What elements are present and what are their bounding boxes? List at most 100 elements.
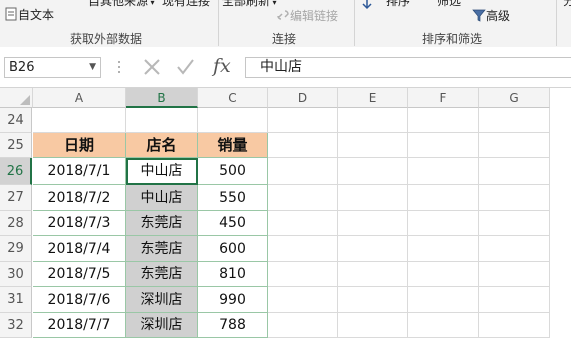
- cell[interactable]: [408, 185, 479, 211]
- column-header-d[interactable]: D: [268, 88, 338, 108]
- name-box[interactable]: B26 ▼: [4, 57, 101, 78]
- table-cell[interactable]: 2018/7/7: [33, 313, 126, 338]
- table-cell[interactable]: 中山店: [126, 185, 198, 211]
- table-cell[interactable]: 550: [198, 185, 268, 211]
- ribbon-separator: [556, 0, 557, 46]
- other-sources-button[interactable]: 自其他来源 ▾: [88, 0, 155, 9]
- cell[interactable]: [408, 236, 479, 262]
- column-header-f[interactable]: F: [408, 88, 479, 108]
- insert-function-icon[interactable]: fx: [213, 55, 231, 77]
- table-cell[interactable]: 810: [198, 262, 268, 287]
- column-header-e[interactable]: E: [338, 88, 408, 108]
- chevron-down-icon: ▾: [148, 0, 155, 7]
- cell[interactable]: [198, 108, 268, 133]
- cell[interactable]: [338, 211, 408, 236]
- ribbon-separator: [354, 0, 355, 46]
- cell[interactable]: [479, 158, 550, 185]
- cell[interactable]: [268, 133, 338, 158]
- table-header-cell[interactable]: 销量: [198, 133, 268, 158]
- cell[interactable]: [408, 313, 479, 338]
- cell[interactable]: [338, 287, 408, 313]
- name-box-value: B26: [9, 60, 35, 75]
- row-header-28[interactable]: 28: [0, 211, 32, 236]
- table-cell[interactable]: 2018/7/5: [33, 262, 126, 287]
- cell[interactable]: [479, 133, 550, 158]
- cell[interactable]: [268, 158, 338, 185]
- table-cell[interactable]: 450: [198, 211, 268, 236]
- table-cell[interactable]: 东莞店: [126, 236, 198, 262]
- row-header-24[interactable]: 24: [0, 108, 32, 133]
- cell[interactable]: [408, 133, 479, 158]
- table-cell[interactable]: 深圳店: [126, 313, 198, 338]
- cell[interactable]: [338, 108, 408, 133]
- cell[interactable]: [126, 108, 198, 133]
- chevron-down-icon[interactable]: ▼: [89, 58, 96, 77]
- table-header-cell[interactable]: 店名: [126, 133, 198, 158]
- table-cell[interactable]: 东莞店: [126, 262, 198, 287]
- column-header-g[interactable]: G: [479, 88, 550, 108]
- cell[interactable]: [479, 313, 550, 338]
- row-header-27[interactable]: 27: [0, 185, 32, 211]
- cell[interactable]: [479, 108, 550, 133]
- table-cell[interactable]: 2018/7/6: [33, 287, 126, 313]
- table-cell[interactable]: 990: [198, 287, 268, 313]
- cell[interactable]: [268, 287, 338, 313]
- cell[interactable]: [479, 287, 550, 313]
- cell[interactable]: [479, 185, 550, 211]
- table-cell[interactable]: 2018/7/1: [33, 158, 126, 185]
- cell[interactable]: [338, 133, 408, 158]
- advanced-filter-button[interactable]: 高级: [472, 7, 510, 25]
- table-cell[interactable]: 东莞店: [126, 211, 198, 236]
- from-text-button[interactable]: 自文本: [4, 6, 54, 24]
- cell[interactable]: [33, 108, 126, 133]
- cell[interactable]: [338, 236, 408, 262]
- chevron-down-icon: ▾: [270, 0, 277, 7]
- filter-button[interactable]: 筛选: [437, 0, 461, 9]
- cell[interactable]: [268, 236, 338, 262]
- table-cell[interactable]: 2018/7/2: [33, 185, 126, 211]
- cell[interactable]: [268, 313, 338, 338]
- table-cell[interactable]: 500: [198, 158, 268, 185]
- cell[interactable]: [268, 108, 338, 133]
- cell[interactable]: [408, 108, 479, 133]
- other-sources-label: 自其他来源: [88, 0, 149, 8]
- cell[interactable]: [479, 236, 550, 262]
- row-header-30[interactable]: 30: [0, 262, 32, 287]
- cell[interactable]: [408, 158, 479, 185]
- formula-input[interactable]: 中山店: [245, 57, 571, 78]
- existing-connections-button[interactable]: 现有连接: [162, 0, 210, 9]
- table-cell[interactable]: 中山店: [126, 158, 198, 185]
- cell[interactable]: [408, 211, 479, 236]
- cell[interactable]: [268, 211, 338, 236]
- row-header-25[interactable]: 25: [0, 133, 32, 158]
- table-cell[interactable]: 2018/7/4: [33, 236, 126, 262]
- row-header-32[interactable]: 32: [0, 313, 32, 338]
- cell[interactable]: [268, 185, 338, 211]
- sort-az-icon[interactable]: [360, 0, 374, 13]
- table-cell[interactable]: 788: [198, 313, 268, 338]
- cell[interactable]: [479, 262, 550, 287]
- refresh-all-button[interactable]: 全部刷新 ▾: [222, 0, 277, 9]
- table-cell[interactable]: 深圳店: [126, 287, 198, 313]
- select-all-corner[interactable]: [0, 88, 33, 108]
- cell[interactable]: [338, 185, 408, 211]
- table-cell[interactable]: 2018/7/3: [33, 211, 126, 236]
- edit-links-button[interactable]: 编辑链接: [276, 7, 338, 25]
- column-header-c[interactable]: C: [198, 88, 268, 108]
- row-header-31[interactable]: 31: [0, 287, 32, 313]
- column-header-a[interactable]: A: [33, 88, 126, 108]
- cell[interactable]: [338, 262, 408, 287]
- table-cell[interactable]: 600: [198, 236, 268, 262]
- table-header-cell[interactable]: 日期: [33, 133, 126, 158]
- cell[interactable]: [408, 262, 479, 287]
- row-header-29[interactable]: 29: [0, 236, 32, 262]
- cell[interactable]: [338, 158, 408, 185]
- cell[interactable]: [338, 313, 408, 338]
- cell[interactable]: [408, 287, 479, 313]
- ribbon-cut-button[interactable]: 分: [563, 0, 571, 9]
- sort-button[interactable]: 排序: [386, 0, 410, 9]
- row-header-26[interactable]: 26: [0, 158, 32, 185]
- cell[interactable]: [268, 262, 338, 287]
- column-header-b[interactable]: B: [126, 88, 198, 108]
- cell[interactable]: [479, 211, 550, 236]
